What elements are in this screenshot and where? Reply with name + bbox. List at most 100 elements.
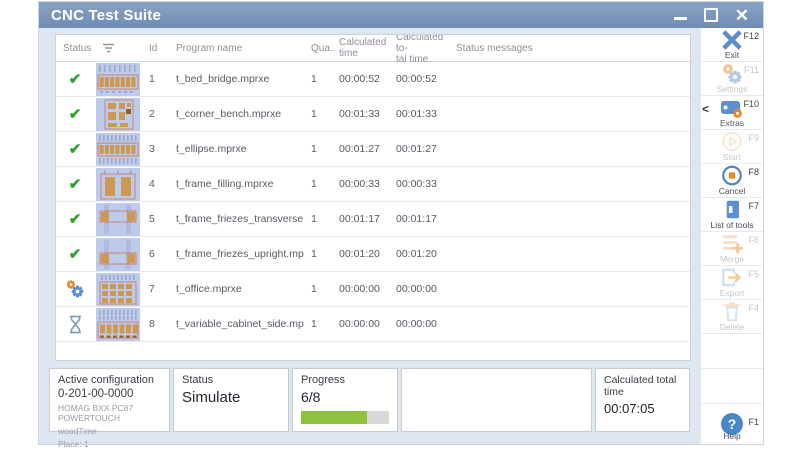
sidebar-button-label: Cancel: [697, 186, 767, 196]
column-header-calculated-time[interactable]: Calculated time: [332, 37, 389, 59]
delete-trash-icon: [718, 301, 746, 322]
function-key-label: F11: [744, 65, 759, 75]
status-completed-icon: ✔: [56, 177, 94, 192]
cell-quantity: 1: [304, 73, 332, 85]
cell-calculated-time: 00:01:20: [332, 248, 389, 260]
sidebar-button-start[interactable]: F9Start: [701, 130, 763, 164]
svg-text:?: ?: [728, 416, 737, 432]
function-key-label: F4: [748, 303, 759, 313]
sidebar-button-merge[interactable]: F6Merge: [701, 232, 763, 266]
cell-calculated-total-time: 00:01:20: [389, 248, 449, 260]
maximize-icon[interactable]: [704, 8, 718, 22]
cell-quantity: 1: [304, 143, 332, 155]
sidebar-button-label: Help: [697, 431, 767, 441]
cell-calculated-time: 00:01:33: [332, 108, 389, 120]
column-header-calculated-total-time[interactable]: Calculated to- tal time: [389, 34, 449, 65]
cell-calculated-total-time: 00:00:00: [389, 283, 449, 295]
cell-id: 3: [142, 143, 169, 155]
progress-bar: [301, 411, 389, 424]
cell-program-name: t_frame_friezes_upright.mprxe: [169, 248, 304, 260]
program-thumbnail: [94, 168, 142, 201]
column-header-program-name[interactable]: Program name: [169, 43, 304, 54]
cell-quantity: 1: [304, 283, 332, 295]
status-completed-icon: ✔: [56, 142, 94, 157]
function-key-label: F6: [748, 235, 759, 245]
sidebar-button-extras[interactable]: F10Extras<: [701, 96, 763, 130]
column-header-status-messages[interactable]: Status messages: [449, 43, 690, 54]
sidebar-button-help[interactable]: ?F1Help: [701, 404, 763, 444]
column-header-id[interactable]: Id: [142, 43, 169, 54]
cell-calculated-time: 00:00:52: [332, 73, 389, 85]
cell-id: 4: [142, 178, 169, 190]
cell-id: 7: [142, 283, 169, 295]
cell-calculated-time: 00:00:00: [332, 318, 389, 330]
table-row[interactable]: ✔3t_ellipse.mprxe100:01:2700:01:27: [56, 132, 690, 167]
minimize-icon[interactable]: [674, 10, 687, 20]
main-content: Status Id Program name Qua.. Calculated …: [39, 28, 700, 444]
active-configuration-label: Active configuration: [58, 374, 161, 386]
cell-program-name: t_variable_cabinet_side.mprxe: [169, 318, 304, 330]
function-key-label: F9: [748, 133, 759, 143]
list-of-tools-icon: [718, 199, 746, 220]
close-icon[interactable]: ✕: [735, 7, 749, 24]
program-table: Status Id Program name Qua.. Calculated …: [55, 34, 691, 361]
cancel-stop-icon: [718, 165, 746, 186]
cell-id: 8: [142, 318, 169, 330]
cell-calculated-total-time: 00:01:33: [389, 108, 449, 120]
table-row[interactable]: ✔2t_corner_bench.mprxe100:01:3300:01:33: [56, 97, 690, 132]
sidebar-button-settings[interactable]: F11Settings: [701, 62, 763, 96]
cell-id: 2: [142, 108, 169, 120]
table-row[interactable]: 7t_office.mprxe100:00:0000:00:00: [56, 272, 690, 307]
table-row[interactable]: ✔5t_frame_friezes_transverse.mprxe100:01…: [56, 202, 690, 237]
desktop: CNC Test Suite ✕ Status: [0, 0, 800, 450]
cell-program-name: t_frame_filling.mprxe: [169, 178, 304, 190]
column-header-quantity[interactable]: Qua..: [304, 43, 332, 54]
cell-calculated-total-time: 00:00:52: [389, 73, 449, 85]
active-configuration-panel: Active configuration 0-201-00-0000 HOMAG…: [49, 368, 170, 432]
cell-program-name: t_office.mprxe: [169, 283, 304, 295]
function-key-label: F12: [743, 31, 759, 41]
window-title: CNC Test Suite: [39, 7, 674, 24]
cell-quantity: 1: [304, 213, 332, 225]
cell-id: 5: [142, 213, 169, 225]
cell-id: 6: [142, 248, 169, 260]
status-completed-icon: ✔: [56, 247, 94, 262]
progress-count: 6/8: [301, 389, 389, 405]
cell-calculated-total-time: 00:01:27: [389, 143, 449, 155]
function-key-label: F8: [748, 167, 759, 177]
status-completed-icon: ✔: [56, 107, 94, 122]
progress-label: Progress: [301, 374, 389, 386]
function-key-label: F5: [748, 269, 759, 279]
table-row[interactable]: ✔6t_frame_friezes_upright.mprxe100:01:20…: [56, 237, 690, 272]
cell-calculated-time: 00:01:17: [332, 213, 389, 225]
sidebar-button-export[interactable]: F5Export: [701, 266, 763, 300]
table-row[interactable]: ✔4t_frame_filling.mprxe100:00:3300:00:33: [56, 167, 690, 202]
table-row[interactable]: ✔1t_bed_bridge.mprxe100:00:5200:00:52: [56, 62, 690, 97]
calculated-total-time-panel: Calculated total time 00:07:05: [595, 368, 690, 432]
sidebar-button-label: Start: [697, 152, 767, 162]
cell-calculated-time: 00:00:33: [332, 178, 389, 190]
exit-x-icon: [718, 29, 746, 50]
column-header-status[interactable]: Status: [56, 43, 142, 54]
status-footer: Active configuration 0-201-00-0000 HOMAG…: [49, 368, 690, 432]
table-row[interactable]: 8t_variable_cabinet_side.mprxe100:00:000…: [56, 307, 690, 342]
sidebar-button-list-of-tools[interactable]: F7List of tools: [701, 198, 763, 232]
status-waiting-icon: [56, 315, 94, 334]
start-play-icon: [718, 131, 746, 152]
calculated-total-time-label: Calculated total time: [604, 374, 681, 398]
place-info: Place: 1: [58, 439, 161, 449]
cell-program-name: t_corner_bench.mprxe: [169, 108, 304, 120]
collapse-panel-chevron-icon[interactable]: <: [702, 103, 709, 115]
cell-quantity: 1: [304, 318, 332, 330]
cell-calculated-time: 00:00:00: [332, 283, 389, 295]
sidebar-button-cancel[interactable]: F8Cancel: [701, 164, 763, 198]
function-key-label: F7: [748, 201, 759, 211]
sidebar-button-exit[interactable]: F12Exit: [701, 28, 763, 62]
extras-tag-icon: [718, 97, 746, 118]
cell-calculated-time: 00:01:27: [332, 143, 389, 155]
cell-calculated-total-time: 00:01:17: [389, 213, 449, 225]
sidebar-button-delete[interactable]: F4Delete: [701, 300, 763, 334]
program-thumbnail: [94, 273, 142, 306]
table-header: Status Id Program name Qua.. Calculated …: [56, 35, 690, 62]
filter-icon[interactable]: [102, 43, 115, 53]
